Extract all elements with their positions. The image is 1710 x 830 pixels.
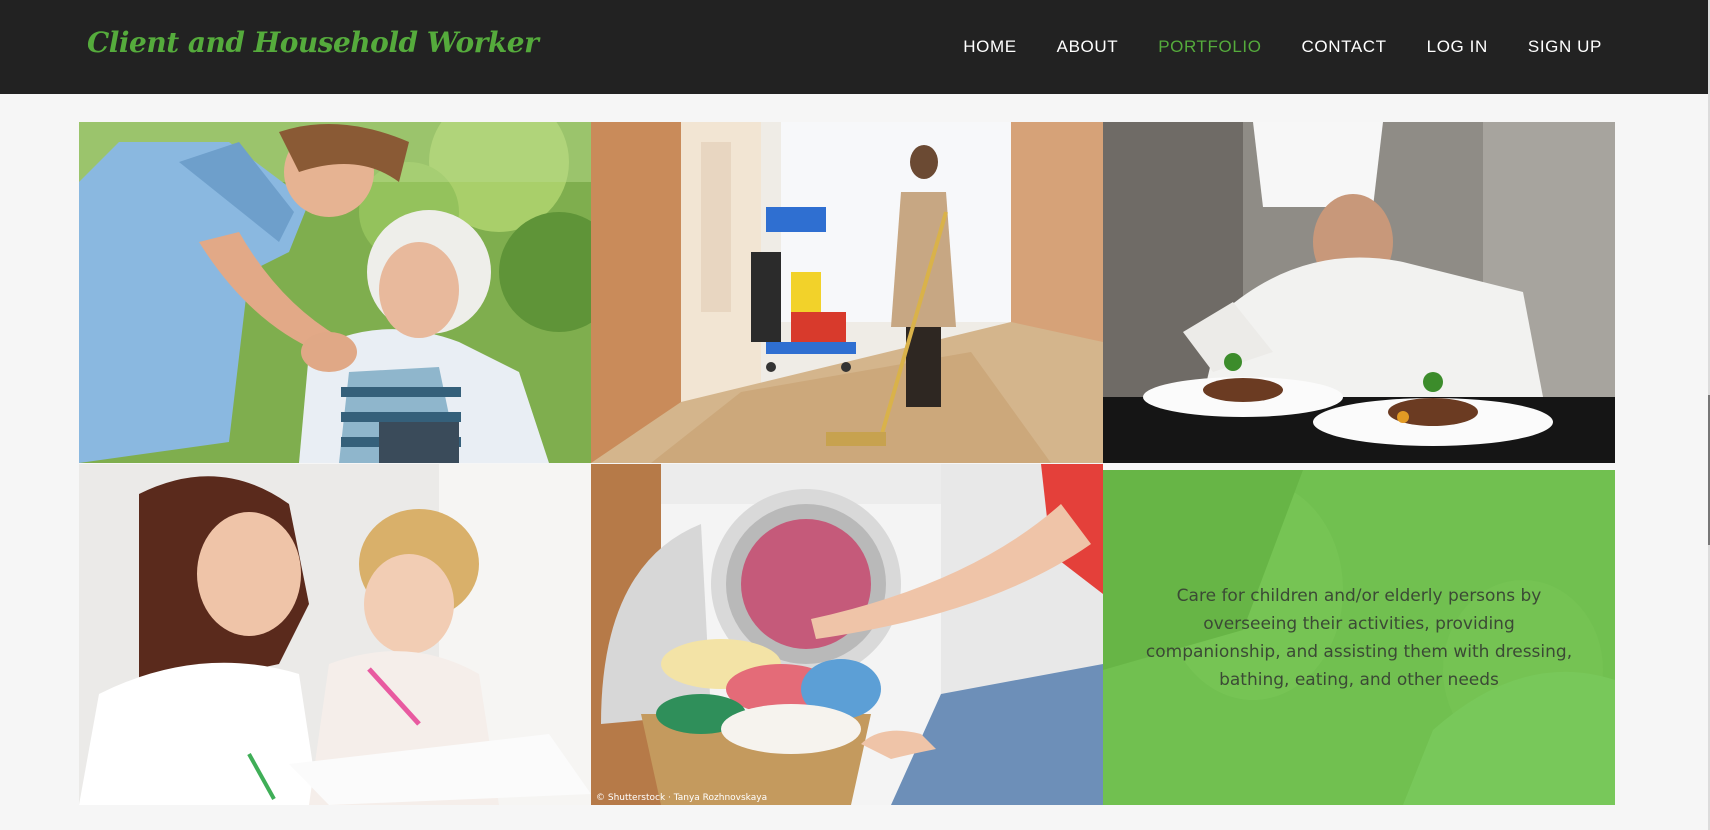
brand-logo[interactable]: Client and Household Worker [87, 26, 539, 59]
nav-portfolio[interactable]: PORTFOLIO [1138, 37, 1281, 57]
nav-home[interactable]: HOME [943, 37, 1036, 57]
portfolio-gallery: © Shutterstock · Tanya Rozhnovskaya Care… [79, 122, 1615, 805]
photo-laundry-image [591, 464, 1103, 805]
photo-laundry[interactable]: © Shutterstock · Tanya Rozhnovskaya [591, 464, 1103, 805]
description-overlay: Care for children and/or elderly persons… [1103, 470, 1615, 805]
photo-housekeeper-image [591, 122, 1103, 463]
photo-caregiver-elderly-image [79, 122, 591, 463]
main-nav: HOME ABOUT PORTFOLIO CONTACT LOG IN SIGN… [943, 0, 1622, 94]
photo-caregiver-elderly[interactable] [79, 122, 591, 463]
top-navbar: Client and Household Worker HOME ABOUT P… [0, 0, 1708, 94]
nav-about[interactable]: ABOUT [1037, 37, 1139, 57]
photo-caregiver-child-hover[interactable]: Care for children and/or elderly persons… [1103, 470, 1615, 805]
nav-log-in[interactable]: LOG IN [1407, 37, 1508, 57]
photo-credit: © Shutterstock · Tanya Rozhnovskaya [596, 793, 768, 803]
photo-housekeeper[interactable] [591, 122, 1103, 463]
photo-chef-image [1103, 122, 1615, 463]
photo-mother-child-image [79, 464, 591, 805]
nav-contact[interactable]: CONTACT [1282, 37, 1407, 57]
service-description: Care for children and/or elderly persons… [1145, 585, 1573, 690]
photo-mother-child[interactable] [79, 464, 591, 805]
photo-chef[interactable] [1103, 122, 1615, 463]
nav-sign-up[interactable]: SIGN UP [1508, 37, 1622, 57]
